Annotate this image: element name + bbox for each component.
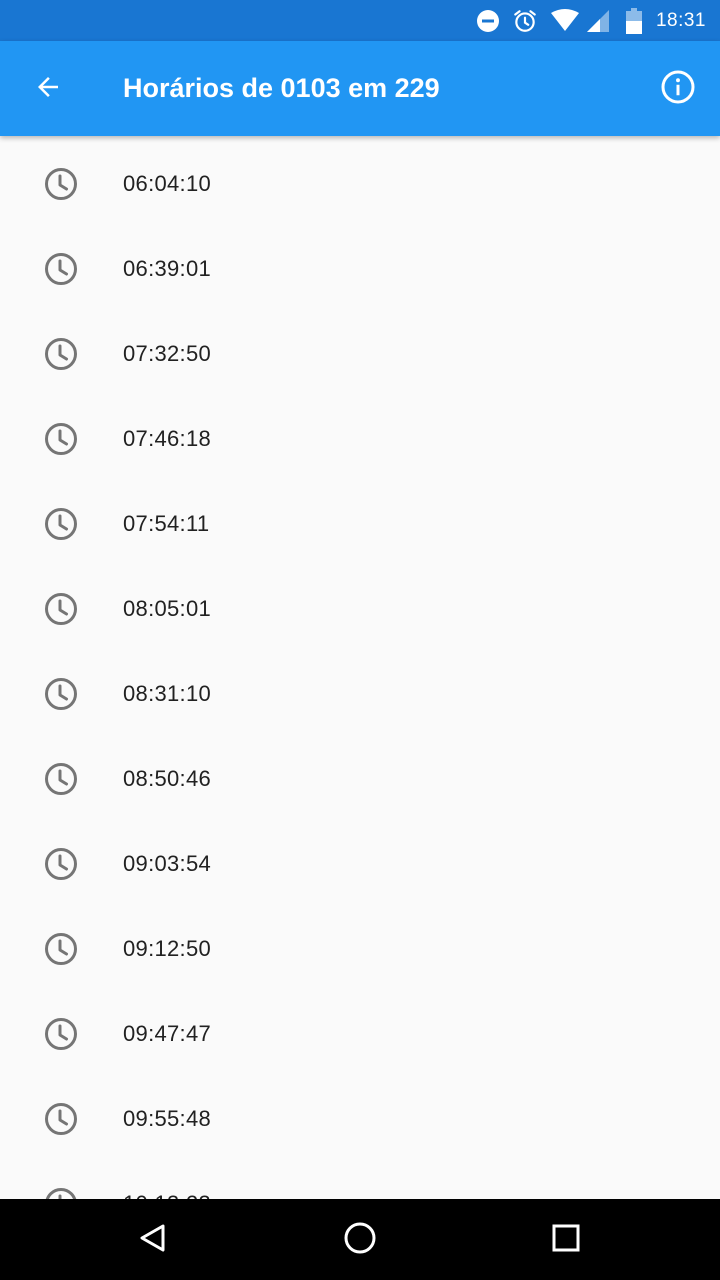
schedule-row[interactable]: 07:32:50 [0,311,720,396]
info-button[interactable] [654,65,702,113]
schedule-time: 09:47:47 [123,1020,212,1046]
battery-icon [625,7,642,34]
schedule-time: 09:55:48 [123,1105,212,1131]
nav-home-button[interactable] [333,1213,387,1267]
do-not-disturb-icon [476,9,500,33]
schedule-row[interactable]: 09:47:47 [0,991,720,1076]
arrow-back-icon [33,72,63,107]
clock-icon [44,1187,78,1199]
clock-icon [44,507,78,541]
status-time: 18:31 [655,9,706,31]
schedule-time: 08:31:10 [123,680,212,706]
schedule-row[interactable]: 10:13:23 [0,1161,720,1199]
app-bar: Horários de 0103 em 229 [0,41,720,136]
schedule-row[interactable]: 06:04:10 [0,141,720,226]
clock-icon [44,677,78,711]
nav-back-button[interactable] [126,1213,180,1267]
signal-icon [586,9,610,33]
clock-icon [44,1017,78,1051]
clock-icon [44,252,78,286]
schedule-time: 09:12:50 [123,935,212,961]
schedule-row[interactable]: 08:05:01 [0,566,720,651]
clock-icon [44,932,78,966]
schedule-time: 10:13:23 [123,1191,211,1200]
status-bar: 18:31 [0,0,720,41]
schedule-list[interactable]: 06:04:10 06:39:01 07:32:50 07:46:18 07:54:11… [0,141,720,1199]
schedule-row[interactable]: 06:39:01 [0,226,720,311]
clock-icon [44,847,78,881]
schedule-row[interactable]: 07:46:18 [0,396,720,481]
clock-icon [44,592,78,626]
page-title: Horários de 0103 em 229 [123,73,440,103]
schedule-time: 06:39:01 [123,255,212,281]
clock-icon [44,337,78,371]
schedule-time: 09:03:54 [123,850,212,876]
wifi-icon [550,8,580,33]
clock-icon [44,762,78,796]
clock-icon [44,1102,78,1136]
schedule-time: 08:50:46 [123,765,212,791]
info-icon [660,69,696,110]
clock-icon [44,422,78,456]
schedule-row[interactable]: 09:12:50 [0,906,720,991]
schedule-row[interactable]: 08:31:10 [0,651,720,736]
schedule-time: 07:54:11 [123,510,210,536]
schedule-time: 08:05:01 [123,595,212,621]
schedule-row[interactable]: 09:03:54 [0,821,720,906]
schedule-row[interactable]: 07:54:11 [0,481,720,566]
recents-square-icon [551,1223,581,1258]
schedule-time: 06:04:10 [123,170,212,196]
navigation-bar [0,1199,720,1280]
schedule-time: 07:46:18 [123,425,212,451]
alarm-icon [512,8,538,34]
schedule-row[interactable]: 08:50:46 [0,736,720,821]
back-triangle-icon [137,1222,169,1259]
schedule-time: 07:32:50 [123,340,212,366]
back-button[interactable] [24,65,72,113]
schedule-row[interactable]: 09:55:48 [0,1076,720,1161]
clock-icon [44,167,78,201]
home-circle-icon [343,1221,377,1260]
nav-recents-button[interactable] [539,1213,593,1267]
